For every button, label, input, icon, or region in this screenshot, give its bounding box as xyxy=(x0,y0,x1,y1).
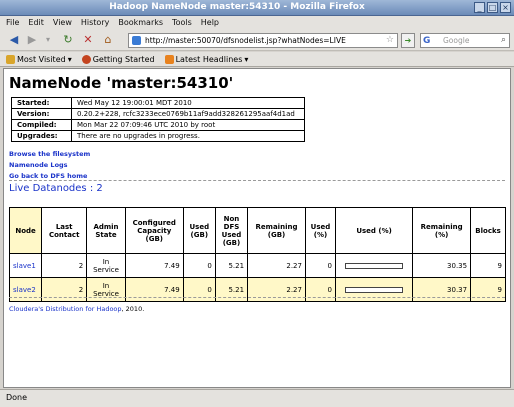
maximize-button[interactable]: □ xyxy=(487,2,498,13)
column-header[interactable]: Used (%) xyxy=(304,207,336,254)
reload-icon[interactable]: ↻ xyxy=(60,32,76,48)
column-header[interactable]: Last Contact xyxy=(41,207,88,254)
capacity-cell: 7.49 xyxy=(124,253,184,278)
usage-bar xyxy=(345,286,404,293)
info-row: Version: 0.20.2+228, rcfc3233ece0769b11a… xyxy=(11,108,305,120)
status-text: Done xyxy=(6,393,28,402)
home-icon[interactable]: ⌂ xyxy=(100,32,116,48)
title-bar: Hadoop NameNode master:54310 - Mozilla F… xyxy=(0,0,514,16)
bookmark-getting-started[interactable]: Getting Started xyxy=(81,54,155,64)
divider xyxy=(9,180,505,181)
column-header[interactable]: Non DFS Used (GB) xyxy=(214,207,249,254)
divider xyxy=(9,297,505,298)
usage-bar xyxy=(345,262,404,269)
info-value: Wed May 12 19:00:01 MDT 2010 xyxy=(71,97,305,109)
back-icon[interactable]: ◀ xyxy=(6,32,22,48)
bookmark-most-visited[interactable]: Most Visited ▾ xyxy=(6,54,72,64)
bookmark-label: Getting Started xyxy=(92,54,155,64)
browse-filesystem-link[interactable]: Browse the filesystem xyxy=(9,149,90,160)
rss-feed-icon xyxy=(164,54,174,64)
column-header[interactable]: Used (%) xyxy=(334,207,414,254)
minimize-button[interactable]: _ xyxy=(474,2,485,13)
column-header[interactable]: Node xyxy=(8,207,43,254)
menu-history[interactable]: History xyxy=(81,18,109,27)
folder-icon xyxy=(6,54,15,64)
table-row: slave1 2 In Service 7.49 0 5.21 2.27 0 3… xyxy=(8,253,506,278)
bookmark-star-icon[interactable]: ☆ xyxy=(386,34,394,47)
page-content: NameNode 'master:54310' Started: Wed May… xyxy=(3,68,511,388)
menu-bookmarks[interactable]: Bookmarks xyxy=(118,18,163,27)
status-bar: Done xyxy=(0,389,514,407)
info-value: There are no upgrades in progress. xyxy=(71,130,305,142)
info-value: 0.20.2+228, rcfc3233ece0769b11af9add3282… xyxy=(71,108,305,120)
menu-edit[interactable]: Edit xyxy=(28,18,44,27)
stop-icon[interactable]: ✕ xyxy=(80,32,96,48)
close-button[interactable]: × xyxy=(500,2,511,13)
url-text: http://master:50070/dfsnodelist.jsp?what… xyxy=(145,36,346,45)
navigation-toolbar: ◀ ▶ ▾ ↻ ✕ ⌂ http://master:50070/dfsnodel… xyxy=(0,29,514,51)
site-favicon-icon xyxy=(132,36,141,45)
node-cell: slave1 xyxy=(8,253,43,278)
info-row: Upgrades: There are no upgrades in progr… xyxy=(11,130,305,142)
node-link[interactable]: slave1 xyxy=(13,262,36,270)
window-title: Hadoop NameNode master:54310 - Mozilla F… xyxy=(109,2,365,12)
datanodes-table: Node Last Contact Admin State Configured… xyxy=(8,207,506,302)
menu-help[interactable]: Help xyxy=(201,18,219,27)
footer-suffix: , 2010. xyxy=(121,305,145,313)
live-datanodes-title: Live Datanodes : 2 xyxy=(9,183,103,194)
column-header[interactable]: Admin State xyxy=(86,207,126,254)
info-key: Upgrades: xyxy=(11,130,72,142)
bookmark-label: Latest Headlines xyxy=(175,54,243,64)
search-placeholder: Google xyxy=(443,36,470,45)
page-footer: Cloudera's Distribution for Hadoop, 2010… xyxy=(9,305,144,313)
info-key: Version: xyxy=(11,108,72,120)
go-icon[interactable]: ➔ xyxy=(401,33,415,48)
search-icon[interactable]: ⌕ xyxy=(501,34,506,47)
used-cell: 0 xyxy=(182,253,216,278)
node-link[interactable]: slave2 xyxy=(13,286,36,294)
column-header[interactable]: Used (GB) xyxy=(182,207,216,254)
info-row: Compiled: Mon Mar 22 07:09:46 UTC 2010 b… xyxy=(11,119,305,131)
search-input[interactable]: G Google ⌕ xyxy=(420,33,510,48)
used-bar-cell xyxy=(334,253,414,278)
menu-bar: File Edit View History Bookmarks Tools H… xyxy=(0,16,514,29)
bookmark-label: Most Visited xyxy=(17,54,66,64)
admin-state-cell: In Service xyxy=(86,253,126,278)
cloudera-link[interactable]: Cloudera's Distribution for Hadoop xyxy=(9,305,122,313)
used-pct-cell: 0 xyxy=(304,253,336,278)
info-key: Compiled: xyxy=(11,119,72,131)
non-dfs-cell: 5.21 xyxy=(214,253,249,278)
namenode-info-table: Started: Wed May 12 19:00:01 MDT 2010 Ve… xyxy=(11,97,305,142)
page-title: NameNode 'master:54310' xyxy=(9,74,234,92)
info-key: Started: xyxy=(11,97,72,109)
forward-icon[interactable]: ▶ xyxy=(24,32,40,48)
info-row: Started: Wed May 12 19:00:01 MDT 2010 xyxy=(11,97,305,109)
firefox-icon xyxy=(81,54,91,64)
menu-tools[interactable]: Tools xyxy=(172,18,192,27)
chevron-down-icon: ▾ xyxy=(67,54,72,64)
remaining-cell: 2.27 xyxy=(247,253,306,278)
namenode-logs-link[interactable]: Namenode Logs xyxy=(9,160,90,171)
info-value: Mon Mar 22 07:09:46 UTC 2010 by root xyxy=(71,119,305,131)
page-links: Browse the filesystem Namenode Logs Go b… xyxy=(9,149,90,182)
remaining-pct-cell: 30.35 xyxy=(412,253,472,278)
bookmarks-toolbar: Most Visited ▾ Getting Started Latest He… xyxy=(0,52,514,67)
blocks-cell: 9 xyxy=(470,253,506,278)
table-header-row: Node Last Contact Admin State Configured… xyxy=(8,207,506,254)
bookmark-latest-headlines[interactable]: Latest Headlines ▾ xyxy=(164,54,249,64)
google-engine-icon[interactable]: G xyxy=(423,35,430,48)
menu-file[interactable]: File xyxy=(6,18,19,27)
menu-view[interactable]: View xyxy=(53,18,72,27)
column-header[interactable]: Remaining (%) xyxy=(412,207,472,254)
history-dropdown-icon[interactable]: ▾ xyxy=(40,32,56,48)
url-bar[interactable]: http://master:50070/dfsnodelist.jsp?what… xyxy=(128,33,398,48)
column-header[interactable]: Configured Capacity (GB) xyxy=(124,207,184,254)
chevron-down-icon: ▾ xyxy=(244,54,249,64)
column-header[interactable]: Blocks xyxy=(470,207,506,254)
column-header[interactable]: Remaining (GB) xyxy=(247,207,306,254)
last-contact-cell: 2 xyxy=(41,253,88,278)
